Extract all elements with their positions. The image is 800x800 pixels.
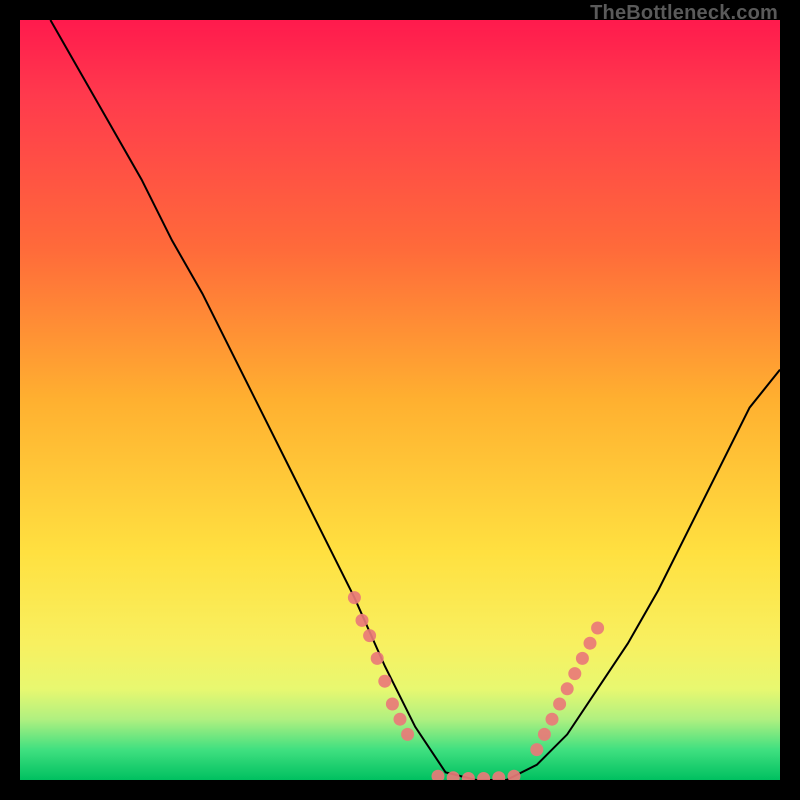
watermark-text: TheBottleneck.com	[590, 2, 778, 25]
marker-point	[546, 713, 559, 726]
marker-point	[561, 682, 574, 695]
chart-frame	[20, 20, 780, 780]
marker-point	[553, 698, 566, 711]
marker-layer	[348, 591, 604, 780]
marker-point	[591, 622, 604, 635]
series-bottleneck-curve	[50, 20, 780, 780]
plot-area	[20, 20, 780, 780]
marker-point	[432, 770, 445, 780]
marker-point	[477, 772, 490, 780]
chart-svg	[20, 20, 780, 780]
marker-point	[401, 728, 414, 741]
marker-point	[576, 652, 589, 665]
marker-point	[492, 771, 505, 780]
marker-point	[568, 667, 581, 680]
marker-point	[378, 675, 391, 688]
marker-point	[538, 728, 551, 741]
marker-point	[462, 772, 475, 780]
marker-point	[386, 698, 399, 711]
marker-point	[363, 629, 376, 642]
marker-point	[530, 743, 543, 756]
curve-layer	[50, 20, 780, 780]
marker-point	[584, 637, 597, 650]
marker-point	[348, 591, 361, 604]
marker-point	[371, 652, 384, 665]
marker-point	[508, 770, 521, 780]
marker-point	[356, 614, 369, 627]
marker-point	[394, 713, 407, 726]
